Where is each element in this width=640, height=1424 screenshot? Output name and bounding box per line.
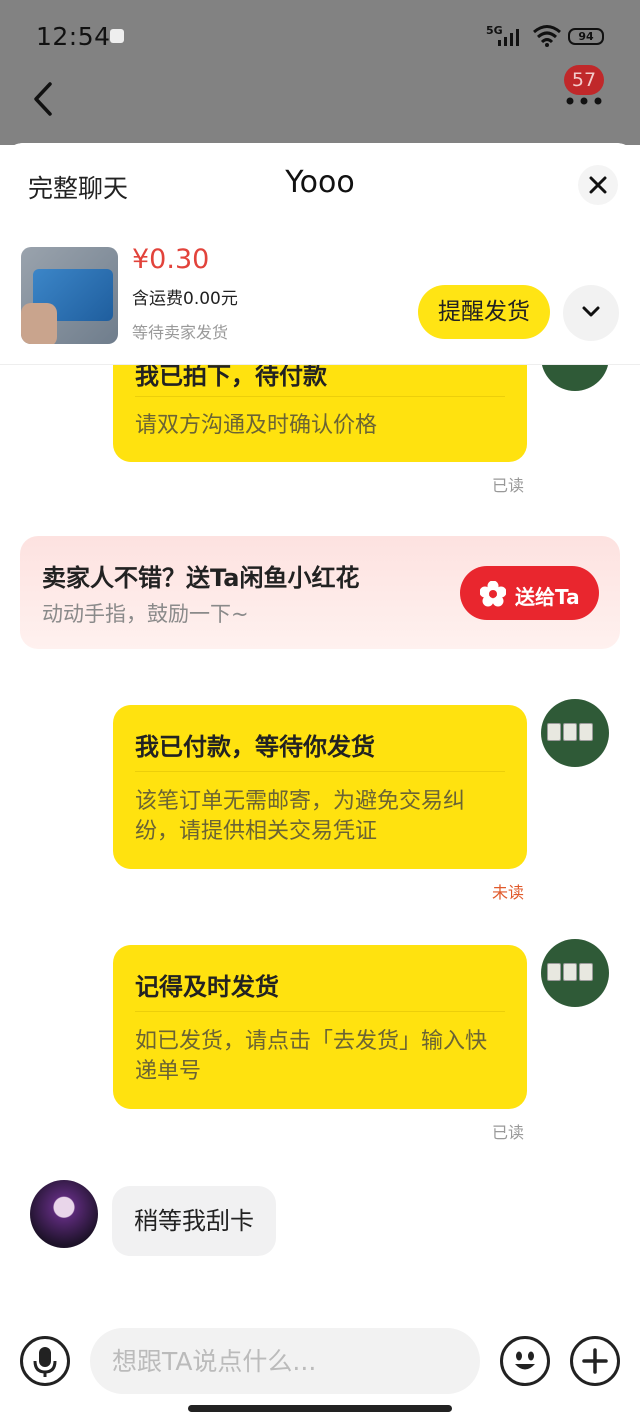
message-title: 我已付款，等待你发货	[135, 733, 375, 761]
flower-icon	[480, 581, 506, 607]
message-body: 该笔订单无需邮寄，为避免交易纠纷，请提供相关交易凭证	[135, 789, 466, 844]
message-body: 请双方沟通及时确认价格	[135, 413, 378, 438]
message-bubble-peer: 稍等我刮卡	[112, 1186, 276, 1256]
flower-card-subtitle: 动动手指，鼓励一下~	[42, 602, 249, 626]
remind-ship-button[interactable]: 提醒发货	[418, 285, 550, 339]
product-thumbnail[interactable]	[21, 247, 118, 344]
send-flower-button[interactable]: 送给Ta	[460, 566, 599, 620]
more-options-icon[interactable]	[564, 94, 604, 108]
send-flower-label: 送给Ta	[515, 585, 580, 609]
send-flower-card: 卖家人不错？送Ta闲鱼小红花 动动手指，鼓励一下~ 送给Ta	[20, 536, 620, 649]
product-hand-image	[21, 303, 57, 344]
smiley-icon	[515, 1351, 535, 1370]
divider	[135, 396, 505, 397]
unread-status: 未读	[492, 883, 525, 902]
read-status: 已读	[492, 476, 525, 495]
battery-indicator: 94	[568, 28, 604, 45]
peer-name: Yooo	[285, 165, 355, 200]
message-input[interactable]	[90, 1328, 480, 1394]
expand-button[interactable]	[563, 285, 619, 341]
home-indicator[interactable]	[188, 1405, 452, 1412]
voice-button[interactable]	[20, 1336, 70, 1386]
read-status: 已读	[492, 1123, 525, 1142]
chat-header: 完整聊天 Yooo ¥0.30 含运费0.00元 等待卖家发货 提醒发货	[0, 143, 640, 365]
buyer-avatar[interactable]	[30, 1180, 98, 1248]
seller-avatar[interactable]	[541, 939, 609, 1007]
divider	[135, 1011, 505, 1012]
order-price: ¥0.30	[132, 244, 210, 275]
chevron-down-icon	[582, 306, 600, 317]
unread-count-badge: 57	[564, 65, 604, 95]
divider	[135, 771, 505, 772]
flower-card-title: 卖家人不错？送Ta闲鱼小红花	[42, 564, 360, 592]
order-status: 等待卖家发货	[132, 323, 229, 342]
message-bubble-paid: 我已付款，等待你发货 该笔订单无需邮寄，为避免交易纠纷，请提供相关交易凭证	[113, 705, 527, 869]
message-bubble-ship-reminder: 记得及时发货 如已发货，请点击「去发货」输入快递单号	[113, 945, 527, 1109]
app-notification-icon	[110, 29, 124, 43]
signal-icon	[498, 29, 519, 46]
top-navigation: 57	[0, 65, 640, 142]
emoji-button[interactable]	[500, 1336, 550, 1386]
chat-sheet: 我已拍下，待付款 请双方沟通及时确认价格 已读 卖家人不错？送Ta闲鱼小红花 动…	[0, 143, 640, 1424]
more-actions-button[interactable]	[570, 1336, 620, 1386]
back-arrow-icon[interactable]	[26, 78, 60, 120]
microphone-icon	[33, 1347, 57, 1377]
message-title: 记得及时发货	[135, 973, 279, 1001]
close-button[interactable]	[578, 165, 618, 205]
close-icon	[589, 176, 607, 194]
wifi-icon	[533, 25, 561, 47]
status-time: 12:54	[36, 22, 111, 51]
status-bar: 12:54 5G 94	[0, 0, 640, 72]
plus-icon	[582, 1348, 608, 1374]
seller-avatar[interactable]	[541, 699, 609, 767]
shipping-fee: 含运费0.00元	[132, 289, 238, 309]
message-body: 如已发货，请点击「去发货」输入快递单号	[135, 1029, 488, 1084]
